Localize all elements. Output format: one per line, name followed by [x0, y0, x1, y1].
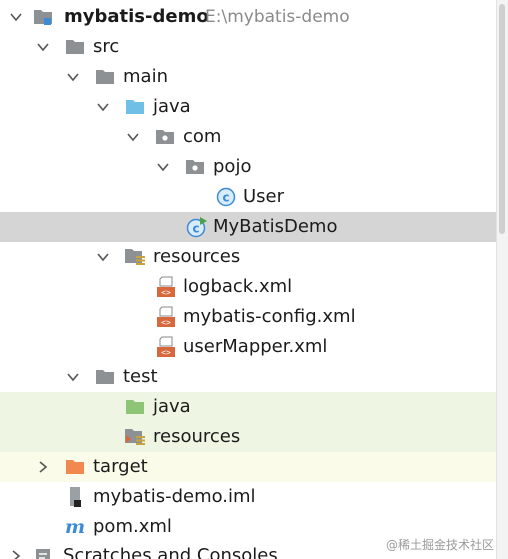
runnable-class-icon: c: [186, 212, 208, 242]
tree-row-user-mapper[interactable]: <> userMapper.xml: [0, 332, 497, 362]
tree-row-src[interactable]: src: [0, 32, 497, 62]
svg-text:<>: <>: [161, 318, 171, 327]
project-path: E:\mybatis-demo: [205, 7, 350, 27]
source-folder-icon: [124, 92, 146, 122]
folder-icon: [64, 32, 86, 62]
tree-row-pojo[interactable]: pojo: [0, 152, 497, 182]
tree-row-target[interactable]: target: [0, 452, 497, 482]
svg-text:<>: <>: [161, 348, 171, 357]
class-label: User: [243, 186, 285, 207]
chevron-down-icon[interactable]: [35, 32, 51, 62]
project-name: mybatis-demo: [64, 6, 209, 27]
folder-label: main: [123, 66, 168, 87]
package-icon: [184, 152, 206, 182]
chevron-down-icon[interactable]: [8, 2, 24, 32]
tree-row-iml[interactable]: mybatis-demo.iml: [0, 482, 497, 512]
tree-row-com[interactable]: com: [0, 122, 497, 152]
package-label: pojo: [213, 156, 252, 177]
tree-row-mybatisdemo[interactable]: c MyBatisDemo: [0, 212, 497, 242]
folder-label: src: [93, 36, 120, 57]
svg-text:c: c: [222, 191, 229, 205]
chevron-down-icon[interactable]: [95, 242, 111, 272]
tree-row-main-java[interactable]: java: [0, 92, 497, 122]
resources-folder-icon: [124, 242, 146, 272]
svg-text:c: c: [192, 222, 199, 236]
class-label: MyBatisDemo: [213, 216, 338, 237]
svg-text:<>: <>: [161, 288, 171, 297]
chevron-down-icon[interactable]: [155, 152, 171, 182]
xml-file-icon: <>: [155, 332, 177, 362]
project-tree: mybatis-demo E:\mybatis-demo src main ja…: [0, 0, 508, 559]
tree-row-test-resources[interactable]: resources: [0, 422, 497, 452]
folder-label: java: [153, 396, 191, 417]
folder-icon: [94, 362, 116, 392]
folder-label: java: [153, 96, 191, 117]
chevron-down-icon[interactable]: [125, 122, 141, 152]
folder-label: test: [123, 366, 158, 387]
chevron-right-icon[interactable]: [8, 541, 24, 559]
package-icon: [154, 122, 176, 152]
chevron-down-icon[interactable]: [95, 92, 111, 122]
file-label: mybatis-config.xml: [183, 306, 356, 327]
tree-row-test[interactable]: test: [0, 362, 497, 392]
folder-label: resources: [153, 246, 241, 267]
file-label: logback.xml: [183, 276, 293, 297]
test-resources-folder-icon: [124, 422, 146, 452]
tree-row-project[interactable]: mybatis-demo E:\mybatis-demo: [0, 2, 497, 32]
test-source-folder-icon: [124, 392, 146, 422]
tree-row-mybatis-config[interactable]: <> mybatis-config.xml: [0, 302, 497, 332]
folder-label: resources: [153, 426, 241, 447]
package-label: com: [183, 126, 222, 147]
tree-row-resources[interactable]: resources: [0, 242, 497, 272]
scratches-label: Scratches and Consoles: [63, 545, 278, 559]
tree-row-logback[interactable]: <> logback.xml: [0, 272, 497, 302]
chevron-down-icon[interactable]: [65, 62, 81, 92]
tree-row-main[interactable]: main: [0, 62, 497, 92]
folder-icon: [94, 62, 116, 92]
chevron-right-icon[interactable]: [35, 452, 51, 482]
maven-icon: m: [64, 512, 86, 542]
scrollbar-thumb[interactable]: [499, 4, 505, 234]
vertical-scrollbar[interactable]: [496, 0, 508, 559]
xml-file-icon: <>: [155, 302, 177, 332]
svg-text:m: m: [65, 517, 85, 537]
tree-row-test-java[interactable]: java: [0, 392, 497, 422]
chevron-down-icon[interactable]: [65, 362, 81, 392]
iml-file-icon: [64, 482, 86, 512]
excluded-folder-icon: [64, 452, 86, 482]
module-icon: [32, 2, 54, 32]
file-label: userMapper.xml: [183, 336, 328, 357]
watermark: @稀土掘金技术社区: [385, 538, 494, 552]
tree-row-user[interactable]: c User: [0, 182, 497, 212]
class-icon: c: [215, 182, 237, 212]
xml-file-icon: <>: [155, 272, 177, 302]
scratches-icon: [32, 541, 54, 559]
file-label: mybatis-demo.iml: [93, 486, 256, 507]
file-label: pom.xml: [93, 516, 172, 537]
folder-label: target: [93, 456, 148, 477]
